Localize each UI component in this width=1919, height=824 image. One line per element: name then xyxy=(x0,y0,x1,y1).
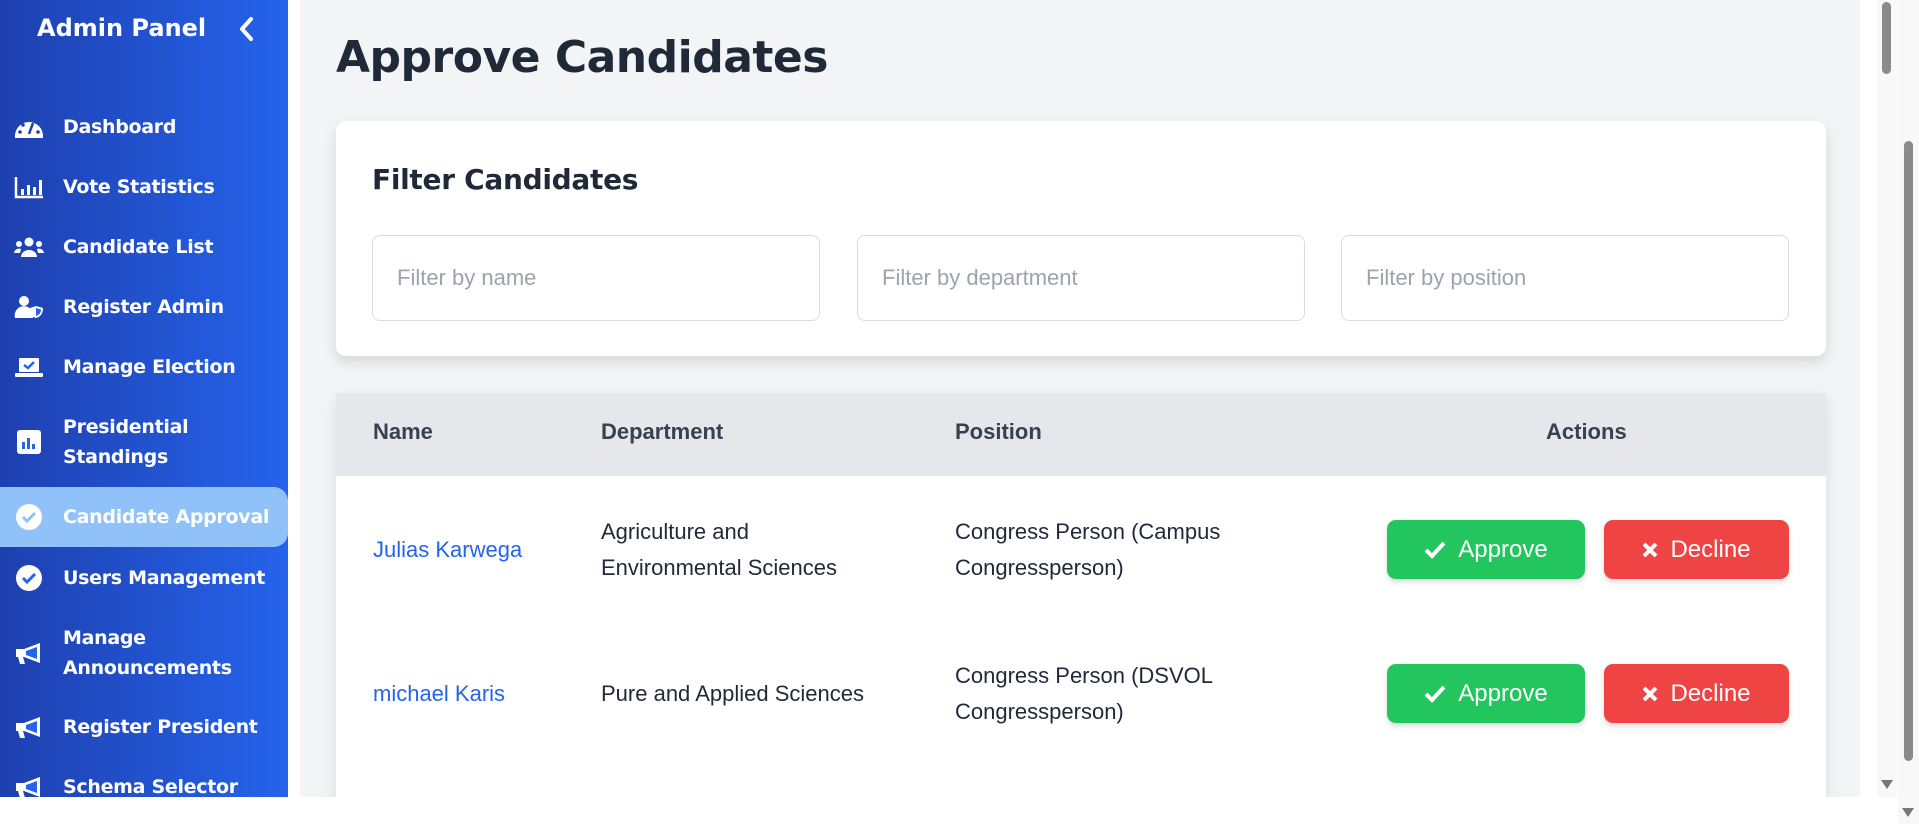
column-header-actions: Actions xyxy=(1546,419,1627,444)
check-circle-icon xyxy=(14,502,44,532)
position-line: Congressperson) xyxy=(955,699,1124,724)
approve-button[interactable]: Approve xyxy=(1387,664,1585,723)
column-header-department: Department xyxy=(601,419,724,444)
sidebar-item-vote-statistics[interactable]: Vote Statistics xyxy=(0,172,288,202)
check-icon xyxy=(1424,685,1446,703)
megaphone-icon xyxy=(14,772,44,797)
department-line: Pure and Applied Sciences xyxy=(601,681,864,706)
approve-button[interactable]: Approve xyxy=(1387,520,1585,579)
sidebar-item-dashboard[interactable]: Dashboard xyxy=(0,112,288,142)
decline-label: Decline xyxy=(1670,535,1751,563)
sidebar-item-presidential-standings[interactable]: Presidential Standings xyxy=(0,412,288,472)
position-line: Congress Person (DSVOL xyxy=(955,663,1213,688)
candidate-position: Congress Person (Campus Congressperson) xyxy=(955,514,1220,586)
user-shield-icon xyxy=(14,292,44,322)
column-header-name: Name xyxy=(373,419,433,444)
megaphone-icon xyxy=(14,712,44,742)
filter-department-input[interactable] xyxy=(857,235,1305,321)
table-row: Julias Karwega Agriculture and Environme… xyxy=(336,478,1826,622)
candidates-table: Name Department Position Actions Julias … xyxy=(336,393,1826,797)
filter-position-input[interactable] xyxy=(1341,235,1789,321)
inner-scrollbar[interactable] xyxy=(1877,0,1897,797)
sidebar-item-schema-selector[interactable]: Schema Selector xyxy=(0,772,288,797)
candidate-department: Agriculture and Environmental Sciences xyxy=(601,514,837,586)
candidate-name-link[interactable]: Julias Karwega xyxy=(373,532,522,568)
filter-heading: Filter Candidates xyxy=(372,163,639,196)
sidebar-item-manage-election[interactable]: Manage Election xyxy=(0,352,288,382)
sidebar-item-candidate-list[interactable]: Candidate List xyxy=(0,232,288,262)
sidebar-item-register-president[interactable]: Register President xyxy=(0,712,288,742)
megaphone-icon xyxy=(14,638,44,668)
decline-label: Decline xyxy=(1670,679,1751,707)
users-icon xyxy=(14,232,44,262)
position-line: Congressperson) xyxy=(955,555,1124,580)
department-line: Agriculture and xyxy=(601,519,749,544)
sidebar-item-users-management[interactable]: Users Management xyxy=(0,563,288,593)
main-content: Approve Candidates Filter Candidates Nam… xyxy=(300,0,1860,797)
approve-label: Approve xyxy=(1458,679,1548,707)
check-icon xyxy=(1424,541,1446,559)
gauge-icon xyxy=(14,112,44,142)
scroll-down-arrow-icon xyxy=(1881,780,1893,789)
table-header: Name Department Position Actions xyxy=(336,393,1826,476)
page-title: Approve Candidates xyxy=(336,32,828,83)
inner-scrollbar-thumb[interactable] xyxy=(1882,2,1891,74)
sidebar-title: Admin Panel xyxy=(37,14,207,42)
filter-name-input[interactable] xyxy=(372,235,820,321)
page-scrollbar-thumb[interactable] xyxy=(1904,141,1913,761)
candidate-name-link[interactable]: michael Karis xyxy=(373,676,505,712)
chart-square-icon xyxy=(14,427,44,457)
table-row: michael Karis Pure and Applied Sciences … xyxy=(336,622,1826,766)
candidate-department: Pure and Applied Sciences xyxy=(601,676,864,712)
bar-chart-icon xyxy=(14,172,44,202)
filter-card: Filter Candidates xyxy=(336,121,1826,356)
sidebar-item-candidate-approval[interactable]: Candidate Approval xyxy=(0,487,288,547)
department-line: Environmental Sciences xyxy=(601,555,838,580)
x-icon xyxy=(1643,686,1658,701)
collapse-sidebar-button[interactable] xyxy=(234,14,260,44)
position-line: Congress Person (Campus xyxy=(955,519,1221,544)
sidebar-item-manage-announcements[interactable]: Manage Announcements xyxy=(0,623,288,683)
candidate-position: Congress Person (DSVOL Congressperson) xyxy=(955,658,1213,730)
column-header-position: Position xyxy=(955,419,1042,444)
decline-button[interactable]: Decline xyxy=(1604,520,1789,579)
check-circle-icon xyxy=(14,563,44,593)
decline-button[interactable]: Decline xyxy=(1604,664,1789,723)
approve-label: Approve xyxy=(1458,535,1548,563)
page-scrollbar[interactable] xyxy=(1898,0,1919,824)
laptop-check-icon xyxy=(14,352,44,382)
sidebar: Admin Panel Dashboard Vote Statistics Ca… xyxy=(0,0,288,797)
x-icon xyxy=(1643,542,1658,557)
chevron-left-icon xyxy=(240,17,253,41)
sidebar-item-register-admin[interactable]: Register Admin xyxy=(0,292,288,322)
scroll-down-arrow-icon xyxy=(1902,808,1914,817)
